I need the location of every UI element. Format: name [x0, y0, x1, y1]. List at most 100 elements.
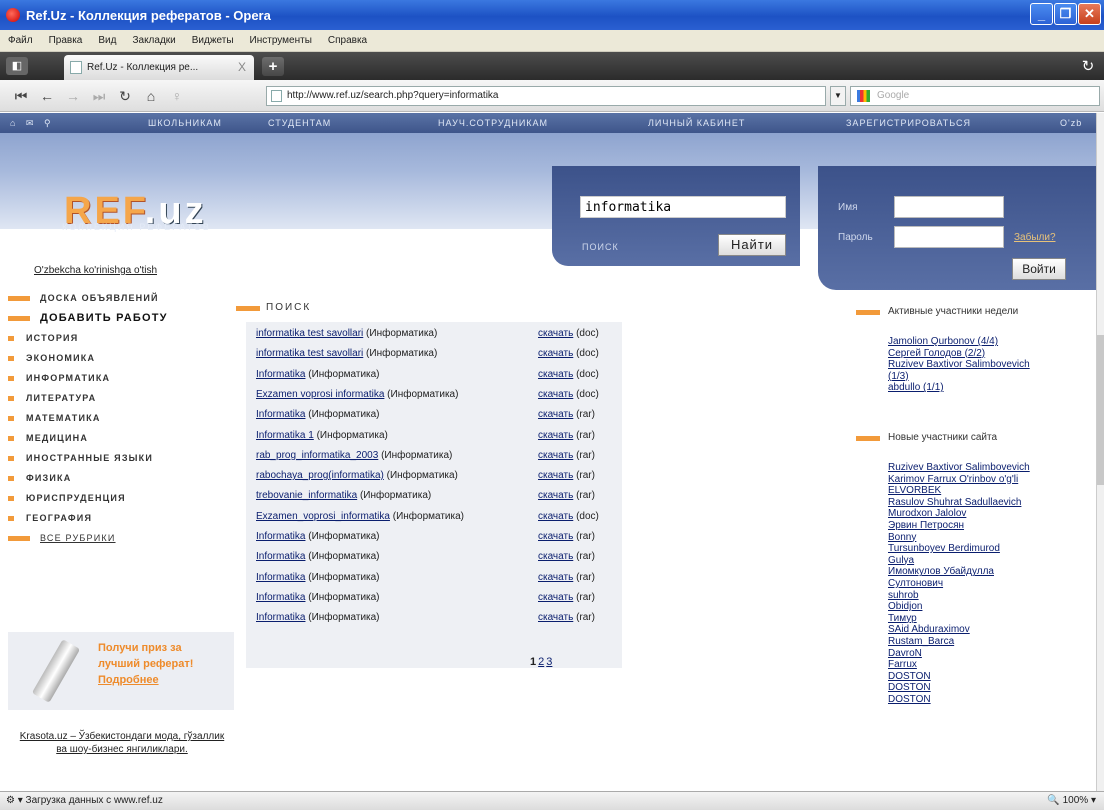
panel-toggle-button[interactable]: ◧	[6, 57, 28, 75]
menu-help[interactable]: Справка	[328, 35, 367, 46]
result-title-link[interactable]: Exzamen_voprosi_informatika	[256, 511, 390, 522]
nav-schoolchildren[interactable]: ШКОЛЬНИКАМ	[148, 118, 222, 128]
promo-banner[interactable]: Получи приз за лучший реферат! Подробнее	[8, 632, 234, 710]
member-link[interactable]: Эрвин Петросян	[888, 520, 1030, 532]
forward-icon[interactable]: →	[62, 86, 84, 106]
member-link[interactable]: Ruzivev Baxtivor Salimbovevich	[888, 462, 1030, 474]
menu-view[interactable]: Вид	[98, 35, 116, 46]
result-title-link[interactable]: rabochaya_prog(informatika)	[256, 470, 384, 481]
download-link[interactable]: скачать	[538, 430, 573, 441]
download-link[interactable]: скачать	[538, 531, 573, 542]
result-title-link[interactable]: Informatika	[256, 409, 305, 420]
menu-mathematics[interactable]: МАТЕМАТИКА	[8, 408, 228, 428]
close-button[interactable]: ✕	[1078, 3, 1101, 25]
download-link[interactable]: скачать	[538, 450, 573, 461]
page-link[interactable]: 2	[538, 656, 544, 668]
result-title-link[interactable]: Informatika	[256, 369, 305, 380]
member-link[interactable]: DOSTON	[888, 682, 1030, 694]
menu-tools[interactable]: Инструменты	[250, 35, 312, 46]
nav-uzbek[interactable]: O'zb	[1060, 118, 1082, 128]
download-link[interactable]: скачать	[538, 572, 573, 583]
address-dropdown-icon[interactable]: ▼	[830, 86, 846, 106]
tab-close-icon[interactable]: X	[238, 60, 246, 74]
site-home-icons[interactable]: ⌂ ✉ ⚲	[10, 118, 55, 129]
fast-forward-icon[interactable]: ⏭	[88, 86, 110, 106]
page-scrollbar[interactable]	[1096, 113, 1104, 791]
menu-file[interactable]: Файл	[8, 35, 33, 46]
member-link[interactable]: DOSTON	[888, 671, 1030, 683]
closed-tabs-icon[interactable]: ↻	[1078, 57, 1098, 75]
member-link[interactable]: Bonny	[888, 532, 1030, 544]
new-tab-button[interactable]: +	[262, 57, 284, 76]
menu-economics[interactable]: ЭКОНОМИКА	[8, 348, 228, 368]
result-title-link[interactable]: informatika test savollari	[256, 328, 363, 339]
member-link[interactable]: Rustam_Barca	[888, 636, 1030, 648]
promo-more-link[interactable]: Подробнее	[98, 674, 159, 686]
search-engine-field[interactable]: Google	[850, 86, 1100, 106]
name-input[interactable]	[894, 196, 1004, 218]
menu-medicine[interactable]: МЕДИЦИНА	[8, 428, 228, 448]
page-link[interactable]: 3	[546, 656, 552, 668]
menu-informatics[interactable]: ИНФОРМАТИКА	[8, 368, 228, 388]
member-link[interactable]: Rasulov Shuhrat Sadullaevich	[888, 497, 1030, 509]
member-link[interactable]: (1/3)	[888, 371, 1030, 383]
member-link[interactable]: Имомкулов Убайдулла	[888, 566, 1030, 578]
nav-researchers[interactable]: НАУЧ.СОТРУДНИКАМ	[438, 118, 548, 128]
wand-icon[interactable]: ♀	[166, 86, 188, 106]
maximize-button[interactable]: ❐	[1054, 3, 1077, 25]
member-link[interactable]: Tursunboyev Berdimurod	[888, 543, 1030, 555]
login-button[interactable]: Войти	[1012, 258, 1066, 280]
uzbek-version-link[interactable]: O'zbekcha ko'rinishga o'tish	[34, 265, 157, 276]
menu-history[interactable]: ИСТОРИЯ	[8, 328, 228, 348]
member-link[interactable]: SAid Abduraximov	[888, 624, 1030, 636]
member-link[interactable]: ELVORBEK	[888, 485, 1030, 497]
member-link[interactable]: Тимур	[888, 613, 1030, 625]
scroll-thumb[interactable]	[1097, 335, 1104, 485]
search-input[interactable]	[580, 196, 786, 218]
home-icon[interactable]: ⌂	[140, 86, 162, 106]
member-link[interactable]: Karimov Farrux O'rinbov o'g'li	[888, 474, 1030, 486]
download-link[interactable]: скачать	[538, 612, 573, 623]
menu-bookmarks[interactable]: Закладки	[132, 35, 175, 46]
menu-all-rubrics[interactable]: ВСЕ РУБРИКИ	[8, 528, 228, 548]
menu-board[interactable]: ДОСКА ОБЪЯВЛЕНИЙ	[8, 288, 228, 308]
member-link[interactable]: Jamolion Qurbonov (4/4)	[888, 336, 1030, 348]
krasota-link[interactable]: Krasota.uz – Ўзбекистондаги мода, гўзалл…	[16, 730, 228, 756]
result-title-link[interactable]: Informatika	[256, 612, 305, 623]
minimize-button[interactable]: _	[1030, 3, 1053, 25]
menu-edit[interactable]: Правка	[49, 35, 83, 46]
menu-add-work[interactable]: ДОБАВИТЬ РАБОТУ	[8, 308, 228, 328]
nav-register[interactable]: ЗАРЕГИСТРИРОВАТЬСЯ	[846, 118, 971, 128]
download-link[interactable]: скачать	[538, 348, 573, 359]
download-link[interactable]: скачать	[538, 551, 573, 562]
menu-literature[interactable]: ЛИТЕРАТУРА	[8, 388, 228, 408]
member-link[interactable]: Султонович	[888, 578, 1030, 590]
menu-law[interactable]: ЮРИСПРУДЕНЦИЯ	[8, 488, 228, 508]
result-title-link[interactable]: Informatika	[256, 551, 305, 562]
member-link[interactable]: DavroN	[888, 648, 1030, 660]
search-button[interactable]: Найти	[718, 234, 786, 256]
download-link[interactable]: скачать	[538, 592, 573, 603]
member-link[interactable]: abdullo (1/1)	[888, 382, 1030, 394]
download-link[interactable]: скачать	[538, 328, 573, 339]
member-link[interactable]: DOSTON	[888, 694, 1030, 706]
member-link[interactable]: Сергей Голодов (2/2)	[888, 348, 1030, 360]
forgot-password-link[interactable]: Забыли?	[1014, 232, 1056, 243]
result-title-link[interactable]: Exzamen voprosi informatika	[256, 389, 384, 400]
address-bar[interactable]: http://www.ref.uz/search.php?query=infor…	[266, 86, 826, 106]
result-title-link[interactable]: Informatika 1	[256, 430, 314, 441]
member-link[interactable]: Murodxon Jalolov	[888, 508, 1030, 520]
menu-languages[interactable]: ИНОСТРАННЫЕ ЯЗЫКИ	[8, 448, 228, 468]
member-link[interactable]: Gulya	[888, 555, 1030, 567]
member-link[interactable]: Farrux	[888, 659, 1030, 671]
reload-icon[interactable]: ↻	[114, 86, 136, 106]
back-icon[interactable]: ←	[36, 86, 58, 106]
download-link[interactable]: скачать	[538, 369, 573, 380]
result-title-link[interactable]: informatika test savollari	[256, 348, 363, 359]
download-link[interactable]: скачать	[538, 409, 573, 420]
menu-widgets[interactable]: Виджеты	[192, 35, 234, 46]
download-link[interactable]: скачать	[538, 511, 573, 522]
result-title-link[interactable]: Informatika	[256, 572, 305, 583]
result-title-link[interactable]: Informatika	[256, 592, 305, 603]
password-input[interactable]	[894, 226, 1004, 248]
